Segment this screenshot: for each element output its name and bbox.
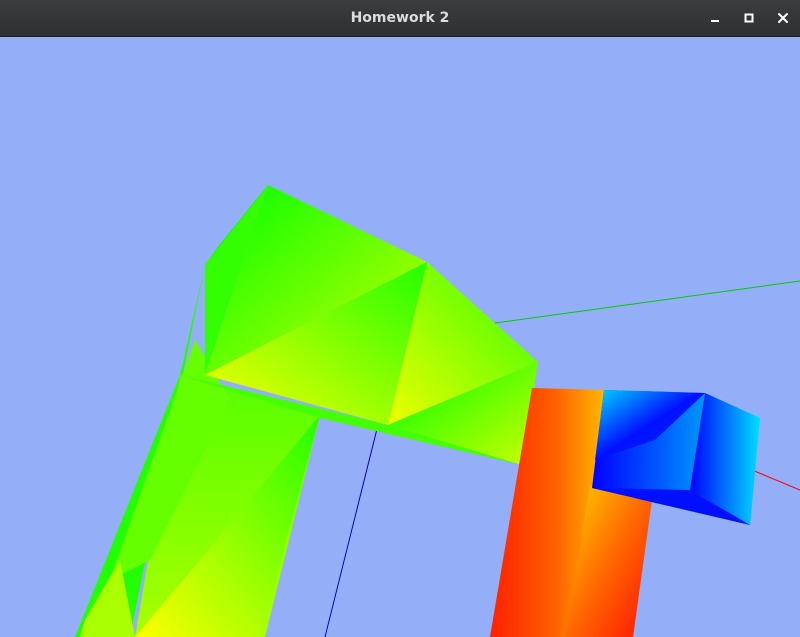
gl-viewport[interactable]: [0, 37, 800, 637]
app-window: Homework 2: [0, 0, 800, 637]
maximize-icon: [744, 13, 754, 23]
axis-y-line: [494, 280, 800, 324]
minimize-button[interactable]: [698, 0, 732, 36]
title-bar[interactable]: Homework 2: [0, 0, 800, 37]
green-arm: [75, 185, 538, 637]
maximize-button[interactable]: [732, 0, 766, 36]
minimize-icon: [711, 20, 719, 22]
scene-canvas[interactable]: [0, 37, 800, 637]
axis-z-line: [324, 424, 379, 637]
close-button[interactable]: [766, 0, 800, 36]
window-title: Homework 2: [350, 10, 450, 26]
close-icon: [778, 13, 788, 23]
window-controls: [698, 0, 800, 36]
